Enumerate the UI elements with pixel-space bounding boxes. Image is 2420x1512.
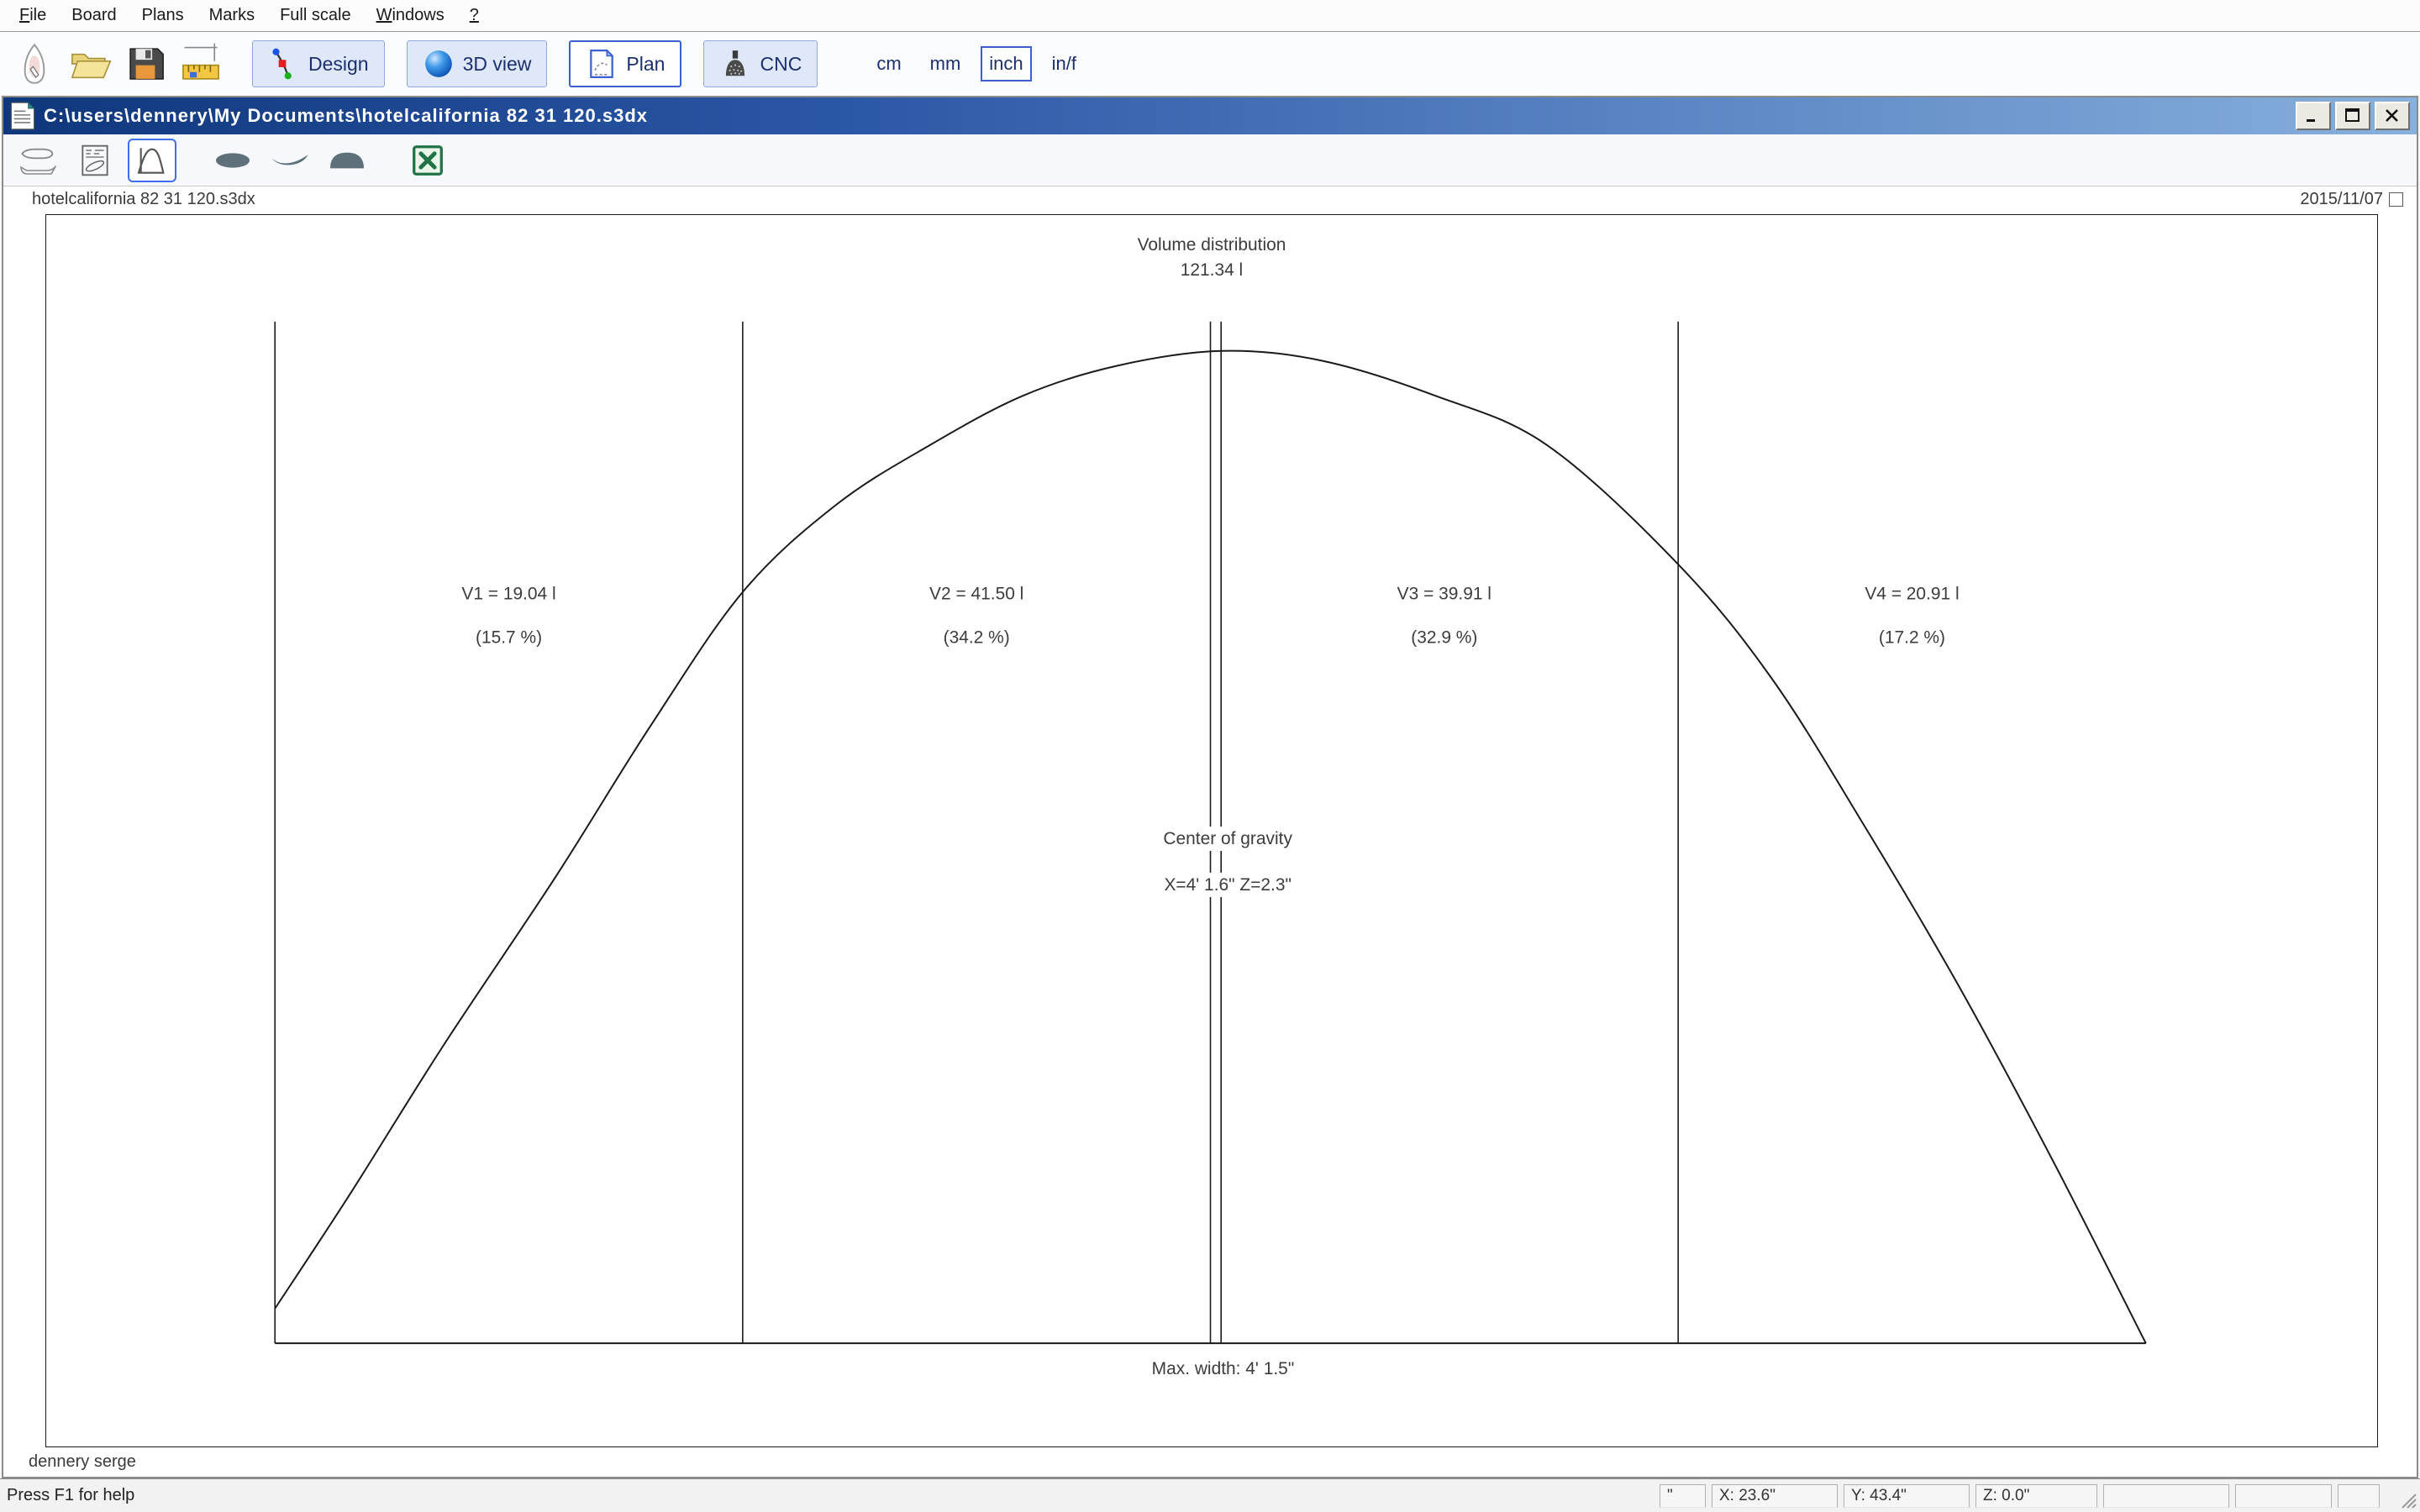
svg-text:Center of gravity: Center of gravity (1163, 829, 1292, 848)
svg-text:V4 = 20.91 l: V4 = 20.91 l (1865, 584, 1959, 603)
document-date: 2015/11/07 (2300, 190, 2383, 208)
unit-mm[interactable]: mm (922, 46, 970, 81)
board-outlines-icon (20, 148, 57, 175)
design-icon (272, 48, 292, 80)
minimize-button[interactable] (2296, 102, 2331, 130)
open-file-button[interactable] (64, 38, 116, 90)
unit-selector: cm mm inch in/f (868, 46, 1085, 81)
cnc-button[interactable]: CNC (703, 40, 818, 87)
svg-text:(15.7 %): (15.7 %) (476, 627, 542, 647)
status-cells: " X: 23.6" Y: 43.4" Z: 0.0" (1660, 1484, 2380, 1508)
menu-board[interactable]: Board (59, 0, 129, 31)
maximize-icon (2345, 108, 2360, 122)
main-toolbar: Design 3D view Plan CNC cm mm inch in/f (0, 32, 2420, 96)
save-icon (129, 48, 164, 80)
maximize-button[interactable] (2335, 102, 2370, 130)
design-button-label: Design (308, 52, 369, 75)
cnc-tool-icon (726, 50, 745, 76)
menu-file-label: F (19, 6, 30, 24)
status-bar: Press F1 for help " X: 23.6" Y: 43.4" Z:… (0, 1478, 2420, 1512)
menu-file[interactable]: File (7, 0, 59, 31)
svg-text:Max. width: 4' 1.5": Max. width: 4' 1.5" (1152, 1359, 1295, 1378)
close-button[interactable] (2375, 102, 2410, 130)
spec-sheet-icon (82, 144, 108, 176)
cnc-button-label: CNC (760, 52, 802, 75)
new-board-button[interactable] (8, 38, 60, 90)
document-window: C:\users\dennery\My Documents\hotelcalif… (2, 96, 2418, 1478)
3d-sphere-icon (424, 50, 452, 77)
svg-text:V2 = 41.50 l: V2 = 41.50 l (929, 584, 1023, 603)
svg-text:121.34 l: 121.34 l (1181, 260, 1243, 280)
unit-inch[interactable]: inch (981, 46, 1032, 81)
plan-button[interactable]: Plan (569, 40, 682, 87)
plan-shape-icon (216, 152, 250, 168)
svg-text:Volume distribution: Volume distribution (1138, 235, 1286, 255)
menu-full-scale[interactable]: Full scale (267, 0, 363, 31)
measure-button[interactable] (175, 38, 227, 90)
view-toolbar (3, 134, 2417, 186)
status-empty-cell-2 (2235, 1484, 2332, 1508)
svg-text:(32.9 %): (32.9 %) (1411, 627, 1477, 647)
svg-text:V3 = 39.91 l: V3 = 39.91 l (1397, 584, 1491, 603)
status-empty-cell-1 (2103, 1484, 2229, 1508)
status-empty-cell-3 (2338, 1484, 2380, 1508)
window-controls (2296, 102, 2410, 130)
plan-shape-button[interactable] (208, 139, 257, 182)
board-icon (24, 43, 45, 84)
document-title: C:\users\dennery\My Documents\hotelcalif… (44, 105, 649, 126)
menu-bar: File Board Plans Marks Full scale Window… (0, 0, 2420, 32)
unit-inf[interactable]: in/f (1044, 46, 1085, 81)
date-checkbox[interactable] (2389, 192, 2403, 207)
section-shape-icon (330, 152, 364, 168)
design-button[interactable]: Design (252, 40, 385, 87)
ruler-icon (182, 43, 219, 80)
menu-marks[interactable]: Marks (197, 0, 267, 31)
3d-view-button[interactable]: 3D view (406, 40, 548, 87)
section-shape-button[interactable] (323, 139, 371, 182)
minimize-icon (2307, 119, 2315, 122)
resize-grip[interactable] (2397, 1489, 2417, 1509)
document-area: hotelcalifornia 82 31 120.s3dx 2015/11/0… (3, 186, 2417, 1477)
close-icon (2386, 109, 2398, 122)
status-z-cell: Z: 0.0" (1975, 1484, 2097, 1508)
excel-icon (413, 144, 443, 176)
status-help-text: Press F1 for help (7, 1486, 135, 1504)
status-unit-cell: " (1660, 1484, 1706, 1508)
document-titlebar[interactable]: C:\users\dennery\My Documents\hotelcalif… (3, 97, 2417, 134)
volume-distribution-chart: Volume distribution 121.34 l V1 = 19.04 l (… (45, 214, 2378, 1447)
rocker-shape-icon (271, 154, 308, 165)
menu-help[interactable]: ? (457, 0, 492, 31)
status-x-cell: X: 23.6" (1712, 1484, 1838, 1508)
status-y-cell: Y: 43.4" (1844, 1484, 1970, 1508)
save-button[interactable] (119, 38, 171, 90)
document-filename: hotelcalifornia 82 31 120.s3dx (32, 190, 255, 208)
volume-distribution-button[interactable] (128, 138, 176, 182)
menu-plans[interactable]: Plans (129, 0, 197, 31)
document-header: hotelcalifornia 82 31 120.s3dx 2015/11/0… (3, 186, 2417, 214)
author-label: dennery serge (29, 1452, 136, 1471)
rocker-shape-button[interactable] (266, 139, 314, 182)
spec-sheet-button[interactable] (71, 139, 119, 182)
plan-document-icon (590, 49, 614, 78)
outline-views-button[interactable] (13, 139, 62, 182)
svg-text:V1 = 19.04 l: V1 = 19.04 l (461, 584, 555, 603)
svg-text:(17.2 %): (17.2 %) (1879, 627, 1945, 647)
svg-text:X=4' 1.6" Z=2.3": X=4' 1.6" Z=2.3" (1164, 875, 1291, 895)
excel-export-button[interactable] (403, 139, 452, 182)
plan-button-label: Plan (626, 52, 666, 75)
application-window: File Board Plans Marks Full scale Window… (0, 0, 2420, 1512)
menu-windows[interactable]: Windows (364, 0, 457, 31)
volume-curve-icon (137, 147, 165, 174)
unit-cm[interactable]: cm (868, 46, 909, 81)
3d-view-button-label: 3D view (462, 52, 532, 75)
open-folder-icon (71, 53, 112, 79)
chart-canvas: Volume distribution 121.34 l V1 = 19.04 l (… (274, 235, 2147, 1378)
document-icon (10, 102, 35, 130)
svg-text:(34.2 %): (34.2 %) (944, 627, 1010, 647)
